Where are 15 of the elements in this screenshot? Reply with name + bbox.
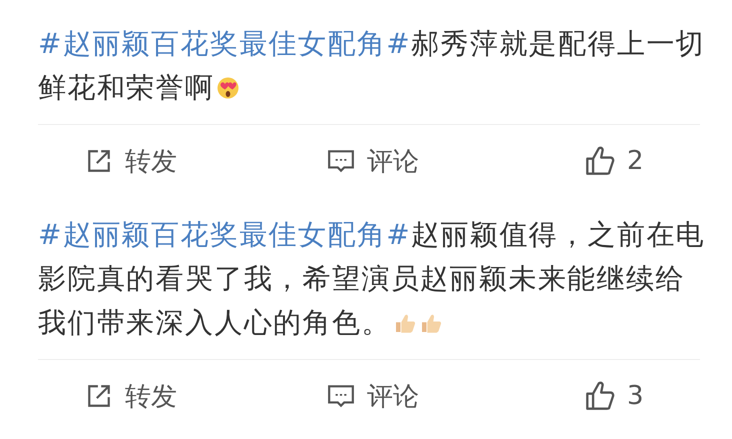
comment-icon xyxy=(327,383,355,409)
heart-eyes-emoji-icon xyxy=(216,76,240,100)
share-icon xyxy=(85,148,113,174)
like-button[interactable]: 2 xyxy=(585,146,644,176)
repost-button[interactable]: 转发 xyxy=(85,378,177,414)
comment-icon xyxy=(327,148,355,174)
thumbs-up-icon xyxy=(585,381,615,411)
thumbs-up-icon xyxy=(585,146,615,176)
share-icon xyxy=(85,383,113,409)
comment-button[interactable]: 评论 xyxy=(327,144,419,178)
post-text: #赵丽颖百花奖最佳女配角#郝秀萍就是配得上一切鲜花和荣誉啊 xyxy=(38,26,706,106)
comment-button[interactable]: 评论 xyxy=(327,378,419,414)
post-text: #赵丽颖百花奖最佳女配角#赵丽颖值得，之前在电影院真的看哭了我，希望演员赵丽颖未来能继续给我们带来深入人心的角色。 xyxy=(38,217,706,341)
repost-button[interactable]: 转发 xyxy=(85,144,177,178)
like-button[interactable]: 3 xyxy=(585,381,644,411)
